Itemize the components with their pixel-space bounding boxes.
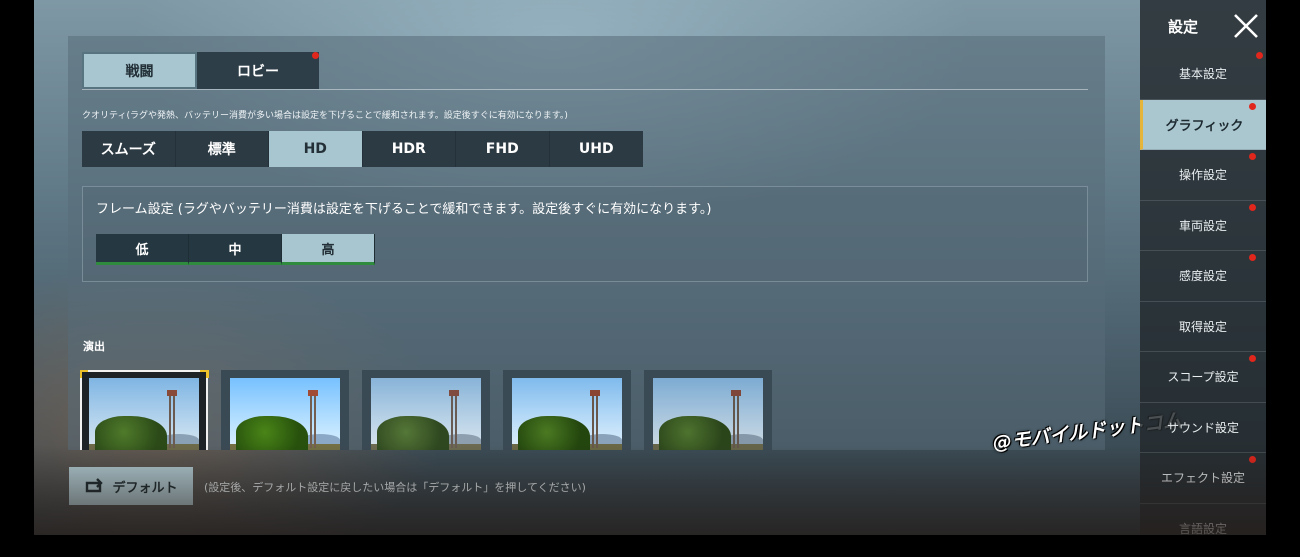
sidebar-item-graphics[interactable]: グラフィック xyxy=(1140,99,1266,150)
quality-option-hd[interactable]: HD xyxy=(269,131,363,167)
sidebar-item-label: エフェクト設定 xyxy=(1160,471,1245,486)
sidebar-item-language[interactable]: 言語設定 xyxy=(1140,504,1266,535)
scene-preview-image xyxy=(371,378,481,450)
frame-option-medium[interactable]: 中 xyxy=(189,234,282,265)
sidebar-item-controls[interactable]: 操作設定 xyxy=(1140,150,1266,201)
effect-thumbnail-4[interactable] xyxy=(503,370,631,450)
notification-dot-icon xyxy=(1249,102,1256,110)
effect-thumbnail-3[interactable] xyxy=(362,370,490,450)
tab-lobby-label: ロビー xyxy=(237,63,279,80)
default-note: (設定後、デフォルト設定に戻したい場合は「デフォルト」を押してください) xyxy=(204,481,586,494)
sidebar-item-label: 車両設定 xyxy=(1178,218,1227,233)
selection-corner-icon xyxy=(200,370,209,378)
notification-dot-icon xyxy=(1249,355,1256,362)
tab-lobby[interactable]: ロビー xyxy=(197,52,319,89)
quality-option-hdr[interactable]: HDR xyxy=(363,131,456,167)
quality-option-uhd[interactable]: UHD xyxy=(550,131,644,167)
graphics-settings-panel: 戦闘 ロビー クオリティ(ラグや発熱、バッテリー消費が多い場合は設定を下げること… xyxy=(68,36,1105,450)
effect-thumbnail-2[interactable] xyxy=(221,370,349,450)
effect-thumbnail-1[interactable] xyxy=(80,370,209,450)
game-screen: 戦闘 ロビー クオリティ(ラグや発熱、バッテリー消費が多い場合は設定を下げること… xyxy=(34,0,1266,535)
sidebar-item-sound[interactable]: サウンド設定 xyxy=(1140,403,1266,453)
settings-sidebar: 設定 基本設定 グラフィック 操作設定 車両設定 感度設定 取得設定 スコープ設… xyxy=(1140,0,1266,535)
frame-option-low[interactable]: 低 xyxy=(96,234,189,265)
quality-selector: スムーズ 標準 HD HDR FHD UHD xyxy=(82,131,643,167)
notification-dot-icon xyxy=(1249,254,1256,261)
top-tabs: 戦闘 ロビー xyxy=(82,52,319,89)
tab-battle[interactable]: 戦闘 xyxy=(82,52,197,89)
default-button-label: デフォルト xyxy=(112,480,178,496)
sidebar-item-label: 取得設定 xyxy=(1178,319,1227,334)
sidebar-item-label: スコープ設定 xyxy=(1167,370,1239,385)
sidebar-title: 設定 xyxy=(1168,18,1199,36)
notification-dot-icon xyxy=(312,52,319,59)
default-button[interactable]: デフォルト xyxy=(69,467,193,505)
effects-thumbnails xyxy=(80,370,772,450)
reset-icon xyxy=(86,478,104,493)
scene-preview-image xyxy=(89,378,199,450)
tab-divider xyxy=(82,89,1088,90)
quality-option-fhd[interactable]: FHD xyxy=(456,131,550,167)
tab-battle-label: 戦闘 xyxy=(125,63,154,80)
sidebar-item-scope[interactable]: スコープ設定 xyxy=(1140,352,1266,403)
notification-dot-icon xyxy=(1249,203,1256,211)
scene-preview-image xyxy=(512,378,622,450)
sidebar-item-pickup[interactable]: 取得設定 xyxy=(1140,302,1266,352)
sidebar-nav: 基本設定 グラフィック 操作設定 車両設定 感度設定 取得設定 スコープ設定 サ… xyxy=(1140,49,1266,535)
notification-dot-icon xyxy=(1249,456,1256,463)
sidebar-item-effects[interactable]: エフェクト設定 xyxy=(1140,453,1266,504)
selection-corner-icon xyxy=(80,370,88,378)
frame-selector: 低 中 高 xyxy=(96,234,375,265)
sidebar-item-vehicle[interactable]: 車両設定 xyxy=(1140,201,1266,251)
scene-preview-image xyxy=(653,378,763,450)
sidebar-item-label: 感度設定 xyxy=(1178,269,1227,284)
close-icon[interactable] xyxy=(1232,12,1260,40)
scene-preview-image xyxy=(230,378,340,450)
frame-settings-box: フレーム設定 (ラグやバッテリー消費は設定を下げることで緩和できます。設定後すぐ… xyxy=(82,186,1088,282)
effect-thumbnail-5[interactable] xyxy=(644,370,772,450)
sidebar-item-label: サウンド設定 xyxy=(1166,420,1239,435)
quality-option-smooth[interactable]: スムーズ xyxy=(82,131,176,167)
sidebar-item-label: 操作設定 xyxy=(1178,168,1227,183)
frame-settings-title: フレーム設定 (ラグやバッテリー消費は設定を下げることで緩和できます。設定後すぐ… xyxy=(96,202,712,217)
effects-label: 演出 xyxy=(83,340,105,353)
notification-dot-icon xyxy=(1249,153,1256,160)
quality-note: クオリティ(ラグや発熱、バッテリー消費が多い場合は設定を下げることで緩和されます… xyxy=(82,111,568,121)
sidebar-item-sensitivity[interactable]: 感度設定 xyxy=(1140,251,1266,302)
sidebar-item-label: グラフィック xyxy=(1165,118,1244,134)
sidebar-item-label: 言語設定 xyxy=(1178,521,1227,535)
quality-option-standard[interactable]: 標準 xyxy=(176,131,269,167)
sidebar-item-basic[interactable]: 基本設定 xyxy=(1140,49,1266,100)
sidebar-item-label: 基本設定 xyxy=(1178,67,1227,82)
frame-option-high[interactable]: 高 xyxy=(282,234,375,265)
